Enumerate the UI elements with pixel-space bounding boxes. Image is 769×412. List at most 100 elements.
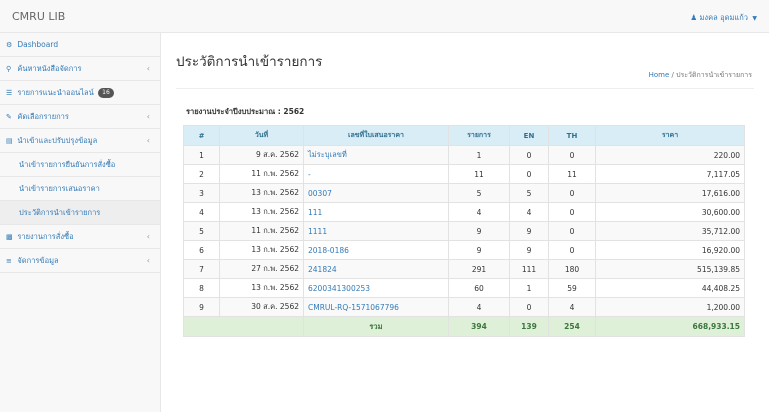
col-header-price: ราคา [595, 125, 745, 146]
table-row: 5 11 ก.พ. 2562 1111 9 9 0 35,712.00 [183, 221, 745, 241]
breadcrumb-home-link[interactable]: Home [649, 71, 670, 79]
sidebar-item-dashboard[interactable]: ⚙ Dashboard [0, 33, 160, 57]
row-price: 220.00 [595, 145, 745, 165]
col-header-date: วันที่ [219, 125, 304, 146]
sidebar-item-order-report[interactable]: ▩ รายงานการสั่งซื้อ ‹ [0, 225, 160, 249]
breadcrumb: Home / ประวัติการนำเข้ารายการ [649, 70, 752, 81]
chevron-left-icon: ‹ [146, 112, 150, 121]
col-header-index: # [183, 125, 220, 146]
row-th: 0 [548, 183, 596, 203]
sidebar: ⚙ Dashboard ⚲ ค้นหาหนังสือจัดการ ‹ ☰ ราย… [0, 33, 161, 412]
chevron-left-icon: ‹ [146, 232, 150, 241]
col-header-en: EN [509, 125, 549, 146]
row-index: 9 [183, 297, 220, 317]
row-index: 6 [183, 240, 220, 260]
table-row: 2 11 ก.พ. 2562-11 0 11 7,117.05 [183, 164, 745, 184]
sidebar-item-select[interactable]: ✎ คัดเลือกรายการ ‹ [0, 105, 160, 129]
sidebar-item-online-list[interactable]: ☰ รายการแนะนำออนไลน์ 16 [0, 81, 160, 105]
row-quotation-link[interactable]: ไม่ระบุเลขที่ [303, 145, 449, 165]
row-date: 13 ก.พ. 2562 [219, 240, 304, 260]
row-date: 13 ก.พ. 2562 [219, 278, 304, 298]
row-price: 7,117.05 [595, 164, 745, 184]
row-quotation-link[interactable]: 1111 [303, 221, 449, 241]
row-index: 7 [183, 259, 220, 279]
total-items: 394 [448, 316, 510, 337]
row-th: 0 [548, 221, 596, 241]
table-row: 6 13 ก.พ. 2562 2018-0186 9 9 0 16,920.00 [183, 240, 745, 260]
row-quotation-link[interactable]: 6200341300253 [303, 278, 449, 298]
row-quotation-link[interactable]: 2018-0186 [303, 240, 449, 260]
row-th: 11 [548, 164, 596, 184]
caret-down-icon: ▼ [752, 15, 757, 22]
cart-icon: ☰ [6, 89, 13, 97]
row-items: 4 [448, 202, 510, 222]
row-en: 0 [509, 164, 549, 184]
total-th: 254 [548, 316, 596, 337]
row-date: 13 ก.พ. 2562 [219, 202, 304, 222]
row-items: 291 [448, 259, 510, 279]
sidebar-sub-quotation[interactable]: นำเข้ารายการเสนอราคา [0, 177, 160, 201]
sidebar-sub-import-history[interactable]: ประวัติการนำเข้ารายการ [0, 201, 160, 225]
row-quotation-link[interactable]: CMRUL-RQ-1571067796 [303, 297, 449, 317]
row-en: 0 [509, 297, 549, 317]
row-en: 111 [509, 259, 549, 279]
row-price: 16,920.00 [595, 240, 745, 260]
row-en: 9 [509, 221, 549, 241]
col-header-th: TH [548, 125, 596, 146]
user-menu[interactable]: ♟ มงคล อุดมแก้ว ▼ [690, 12, 757, 24]
title-divider [176, 88, 754, 89]
row-en: 1 [509, 278, 549, 298]
row-quotation-link[interactable]: 00307 [303, 183, 449, 203]
sidebar-item-label: ค้นหาหนังสือจัดการ [17, 64, 82, 73]
search-icon: ⚲ [6, 65, 12, 73]
row-index: 8 [183, 278, 220, 298]
row-date: 11 ก.พ. 2562 [219, 221, 304, 241]
sidebar-item-label: คัดเลือกรายการ [17, 112, 69, 121]
total-spacer [183, 316, 304, 337]
report-year-label: รายงานประจำปีงบประมาณ : 2562 [186, 107, 305, 116]
table-row: 4 13 ก.พ. 2562 111 4 4 0 30,600.00 [183, 202, 745, 222]
row-price: 30,600.00 [595, 202, 745, 222]
row-price: 35,712.00 [595, 221, 745, 241]
sidebar-item-label: นำเข้าและปรับปรุงข้อมูล [17, 136, 98, 145]
row-items: 11 [448, 164, 510, 184]
sidebar-item-label: จัดการข้อมูล [17, 256, 59, 265]
total-price: 668,933.15 [595, 316, 745, 337]
sidebar-item-search[interactable]: ⚲ ค้นหาหนังสือจัดการ ‹ [0, 57, 160, 81]
row-index: 3 [183, 183, 220, 203]
main-content: ประวัติการนำเข้ารายการ Home / ประวัติการ… [161, 33, 769, 412]
sidebar-sub-confirm-order[interactable]: นำเข้ารายการยืนยันการสั่งซื้อ [0, 153, 160, 177]
row-date: 13 ก.พ. 2562 [219, 183, 304, 203]
row-index: 2 [183, 164, 220, 184]
row-quotation-link[interactable]: - [303, 164, 449, 184]
table-row: 7 27 ก.พ. 2562 241824 291 111 180 515,139.85 [183, 259, 745, 279]
sidebar-item-label: Dashboard [17, 40, 59, 49]
user-icon: ♟ [690, 13, 698, 22]
row-quotation-link[interactable]: 241824 [303, 259, 449, 279]
page-title: ประวัติการนำเข้ารายการ [176, 54, 323, 70]
total-label: รวม [303, 316, 449, 337]
row-index: 4 [183, 202, 220, 222]
breadcrumb-current: ประวัติการนำเข้ารายการ [676, 71, 752, 79]
row-th: 4 [548, 297, 596, 317]
row-quotation-link[interactable]: 111 [303, 202, 449, 222]
chevron-left-icon: ‹ [146, 136, 150, 145]
row-en: 5 [509, 183, 549, 203]
user-name: มงคล อุดมแก้ว [699, 13, 748, 22]
chart-icon: ▩ [6, 233, 13, 241]
chevron-left-icon: ‹ [146, 64, 150, 73]
brand-link[interactable]: CMRU LIB [12, 10, 65, 23]
row-th: 59 [548, 278, 596, 298]
top-navbar: CMRU LIB ♟ มงคล อุดมแก้ว ▼ [0, 0, 769, 33]
row-en: 9 [509, 240, 549, 260]
sliders-icon: ≡ [6, 257, 12, 265]
row-items: 4 [448, 297, 510, 317]
col-header-quotation: เลขที่ใบเสนอราคา [303, 125, 449, 146]
dashboard-icon: ⚙ [6, 41, 13, 49]
sidebar-item-import[interactable]: ▤ นำเข้าและปรับปรุงข้อมูล ‹ [0, 129, 160, 153]
sidebar-item-manage[interactable]: ≡ จัดการข้อมูล ‹ [0, 249, 160, 273]
row-th: 180 [548, 259, 596, 279]
row-price: 1,200.00 [595, 297, 745, 317]
edit-icon: ✎ [6, 113, 12, 121]
table-row: 3 13 ก.พ. 2562 00307 5 5 0 17,616.00 [183, 183, 745, 203]
